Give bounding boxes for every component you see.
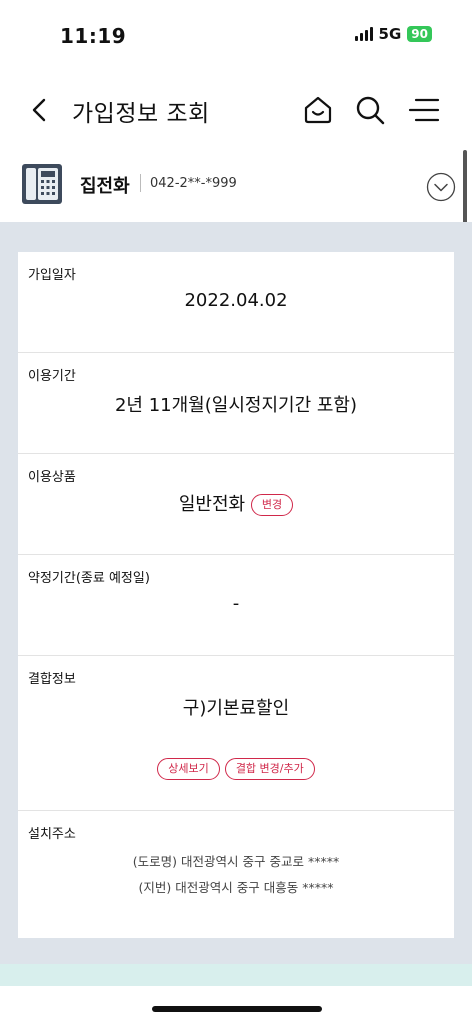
- join-date-value: 2022.04.02: [184, 290, 288, 311]
- service-selector[interactable]: 집전화 042-2**-*999: [0, 148, 472, 222]
- divider: [140, 174, 141, 192]
- product-label: 이용상품: [28, 470, 76, 485]
- status-bar: 11:19 5G 90: [0, 0, 472, 70]
- usage-period-value: 2년 11개월(일시정지기간 포함): [114, 395, 357, 416]
- signal-icon: [354, 27, 373, 41]
- contract-label: 약정기간(종료 예정일): [28, 571, 150, 586]
- bundle-change-button[interactable]: 결합 변경/추가: [224, 758, 315, 780]
- product-value-row: 일반전화 변경: [18, 490, 454, 516]
- chevron-down-circle-icon[interactable]: [426, 172, 456, 202]
- bottom-banner: [0, 964, 472, 986]
- page-header: 가입정보 조회: [0, 80, 472, 140]
- section-product: 이용상품 일반전화 변경: [18, 454, 454, 555]
- product-value: 일반전화: [178, 494, 246, 515]
- bundle-actions: 상세보기 결합 변경/추가: [18, 758, 454, 780]
- page-title: 가입정보 조회: [72, 101, 210, 127]
- back-arrow-icon[interactable]: [26, 94, 54, 126]
- home-icon[interactable]: [300, 92, 336, 128]
- status-indicators: 5G 90: [354, 25, 432, 43]
- section-join-date: 가입일자 2022.04.02: [18, 252, 454, 353]
- service-number: 042-2**-*999: [150, 176, 237, 191]
- section-contract: 약정기간(종료 예정일) -: [18, 555, 454, 656]
- telephone-icon: [22, 164, 62, 204]
- bundle-detail-button[interactable]: 상세보기: [157, 758, 220, 780]
- usage-period-label: 이용기간: [28, 369, 76, 384]
- menu-icon[interactable]: [406, 92, 442, 128]
- product-change-button[interactable]: 변경: [250, 494, 294, 516]
- service-name: 집전화: [80, 176, 130, 197]
- section-address: 설치주소 (도로명) 대전광역시 중구 중교로 ***** (지번) 대전광역시…: [18, 811, 454, 938]
- contract-value: -: [232, 593, 240, 614]
- address-road: (도로명) 대전광역시 중구 중교로 *****: [132, 854, 340, 869]
- section-usage-period: 이용기간 2년 11개월(일시정지기간 포함): [18, 353, 454, 454]
- network-type: 5G: [378, 25, 402, 43]
- subscription-info-card: 가입일자 2022.04.02 이용기간 2년 11개월(일시정지기간 포함) …: [18, 252, 454, 938]
- address-lot: (지번) 대전광역시 중구 대흥동 *****: [138, 880, 334, 895]
- search-icon[interactable]: [352, 92, 388, 128]
- home-indicator[interactable]: [152, 1006, 322, 1012]
- section-bundle: 결합정보 구)기본료할인 상세보기 결합 변경/추가: [18, 656, 454, 811]
- address-label: 설치주소: [28, 827, 76, 842]
- status-time: 11:19: [60, 24, 127, 48]
- battery-icon: 90: [407, 26, 432, 42]
- join-date-label: 가입일자: [28, 268, 76, 283]
- bundle-label: 결합정보: [28, 672, 76, 687]
- bundle-value: 구)기본료할인: [182, 698, 290, 719]
